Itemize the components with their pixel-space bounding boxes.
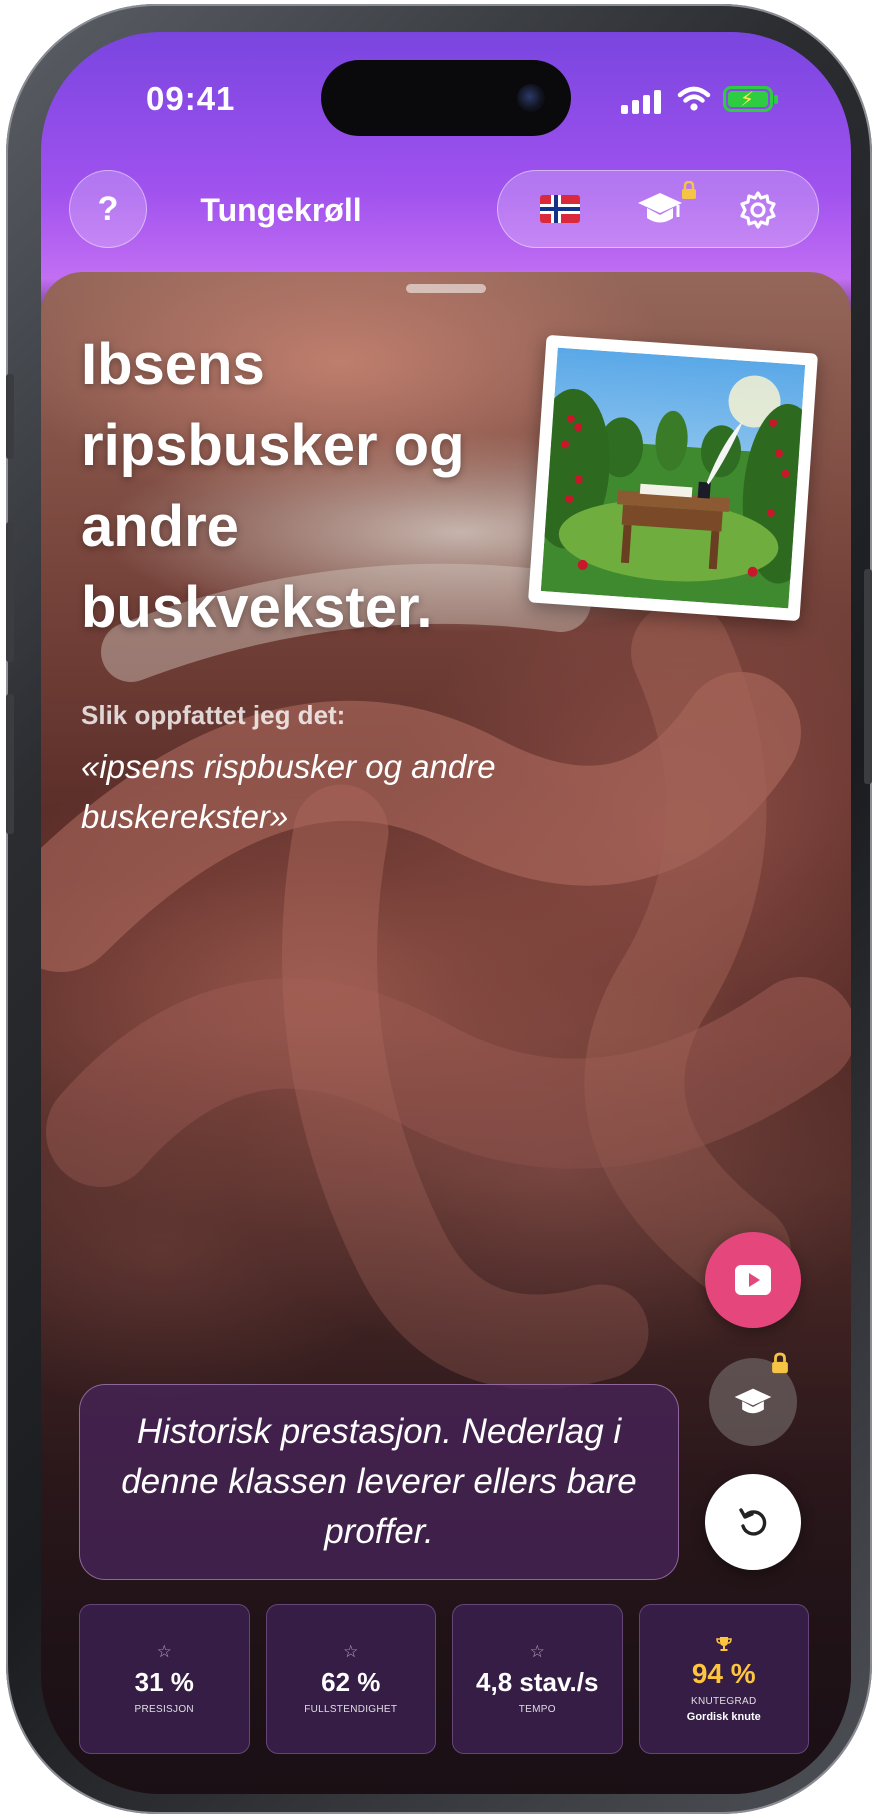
stat-label: KNUTEGRAD — [691, 1695, 757, 1707]
heard-label: Slik oppfattet jeg det: — [81, 700, 346, 730]
camera-icon — [517, 84, 545, 112]
stat-tempo: ☆ 4,8 stav./s TEMPO — [452, 1604, 623, 1754]
stats-row: ☆ 31 % PRESISJON ☆ 62 % FULLSTENDIGHET ☆… — [79, 1604, 809, 1754]
action-button — [6, 374, 14, 459]
trophy-icon — [715, 1636, 732, 1651]
volume-up-button — [6, 522, 14, 662]
stat-value: 4,8 stav./s — [476, 1667, 599, 1697]
star-icon: ☆ — [343, 1642, 359, 1661]
app-title: Tungekrøll — [200, 192, 362, 228]
restart-icon — [739, 1508, 767, 1536]
play-icon — [735, 1265, 771, 1295]
graduation-cap-icon — [734, 1388, 772, 1414]
star-icon: ☆ — [529, 1642, 545, 1661]
lock-icon — [682, 181, 696, 199]
feedback-text: Historisk prestasjon. Nederlag i denne k… — [121, 1412, 637, 1551]
sheet-grabber[interactable] — [406, 284, 486, 293]
battery-icon: ⚡ — [723, 86, 778, 112]
retry-button[interactable] — [705, 1474, 801, 1570]
header-actions — [497, 170, 819, 248]
stat-value: 62 % — [321, 1667, 381, 1697]
volume-down-button — [6, 694, 14, 834]
stat-label: TEMPO — [518, 1704, 556, 1715]
stat-value: 31 % — [134, 1667, 194, 1697]
phrase-illustration — [527, 334, 819, 622]
garden-desk-illustration — [540, 347, 806, 609]
wifi-icon — [677, 86, 711, 111]
star-icon: ☆ — [156, 1642, 172, 1661]
power-button — [864, 569, 872, 784]
cellular-signal-icon — [621, 90, 661, 114]
dynamic-island — [321, 60, 571, 136]
stat-label: FULLSTENDIGHET — [304, 1704, 398, 1715]
stat-value: 94 % — [691, 1657, 756, 1689]
phrase-title: Ibsens ripsbusker og andre buskvekster. — [81, 332, 465, 640]
stat-completeness: ☆ 62 % FULLSTENDIGHET — [265, 1604, 436, 1754]
lock-icon — [772, 1352, 788, 1374]
stat-label: PRESISJON — [134, 1704, 194, 1715]
gear-icon[interactable] — [738, 190, 778, 230]
status-bar: 09:41 ⚡ — [41, 32, 851, 162]
graduation-cap-icon[interactable] — [636, 189, 684, 229]
norway-flag-icon[interactable] — [540, 195, 580, 223]
screen: 09:41 ⚡ ? Tungekrøll Ibsens ripsbusker o… — [41, 32, 851, 1794]
phone-frame: 09:41 ⚡ ? Tungekrøll Ibsens ripsbusker o… — [6, 4, 872, 1814]
heard-transcription: «ipsens rispbusker og andre buskerekster… — [81, 748, 496, 835]
top-bar: ? Tungekrøll — [41, 162, 851, 252]
feedback-message: Historisk prestasjon. Nederlag i denne k… — [79, 1384, 679, 1580]
help-button[interactable]: ? — [69, 170, 147, 248]
stat-knot-degree: 94 % KNUTEGRAD Gordisk knute — [638, 1604, 809, 1754]
stat-rank: Gordisk knute — [686, 1710, 761, 1723]
status-time: 09:41 — [146, 80, 236, 117]
content-sheet: Ibsens ripsbusker og andre buskvekster. — [41, 272, 851, 1794]
stat-precision: ☆ 31 % PRESISJON — [79, 1604, 250, 1754]
video-button[interactable] — [705, 1232, 801, 1328]
